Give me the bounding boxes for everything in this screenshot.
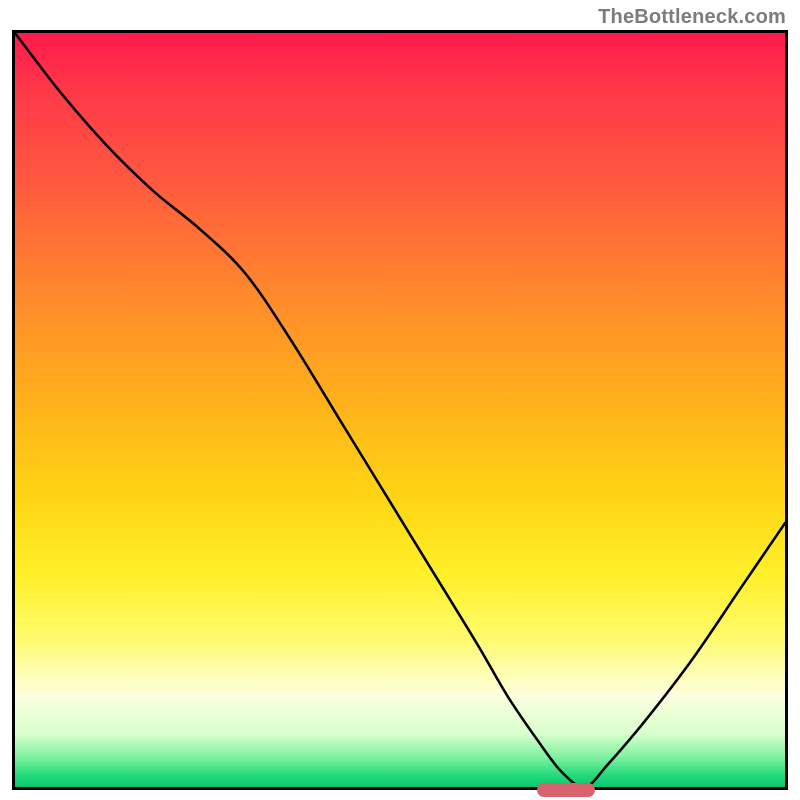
minimum-marker [537, 783, 595, 797]
chart-frame [12, 30, 788, 790]
bottleneck-curve [15, 33, 785, 787]
curve-svg [15, 33, 785, 787]
watermark-text: TheBottleneck.com [598, 6, 786, 29]
